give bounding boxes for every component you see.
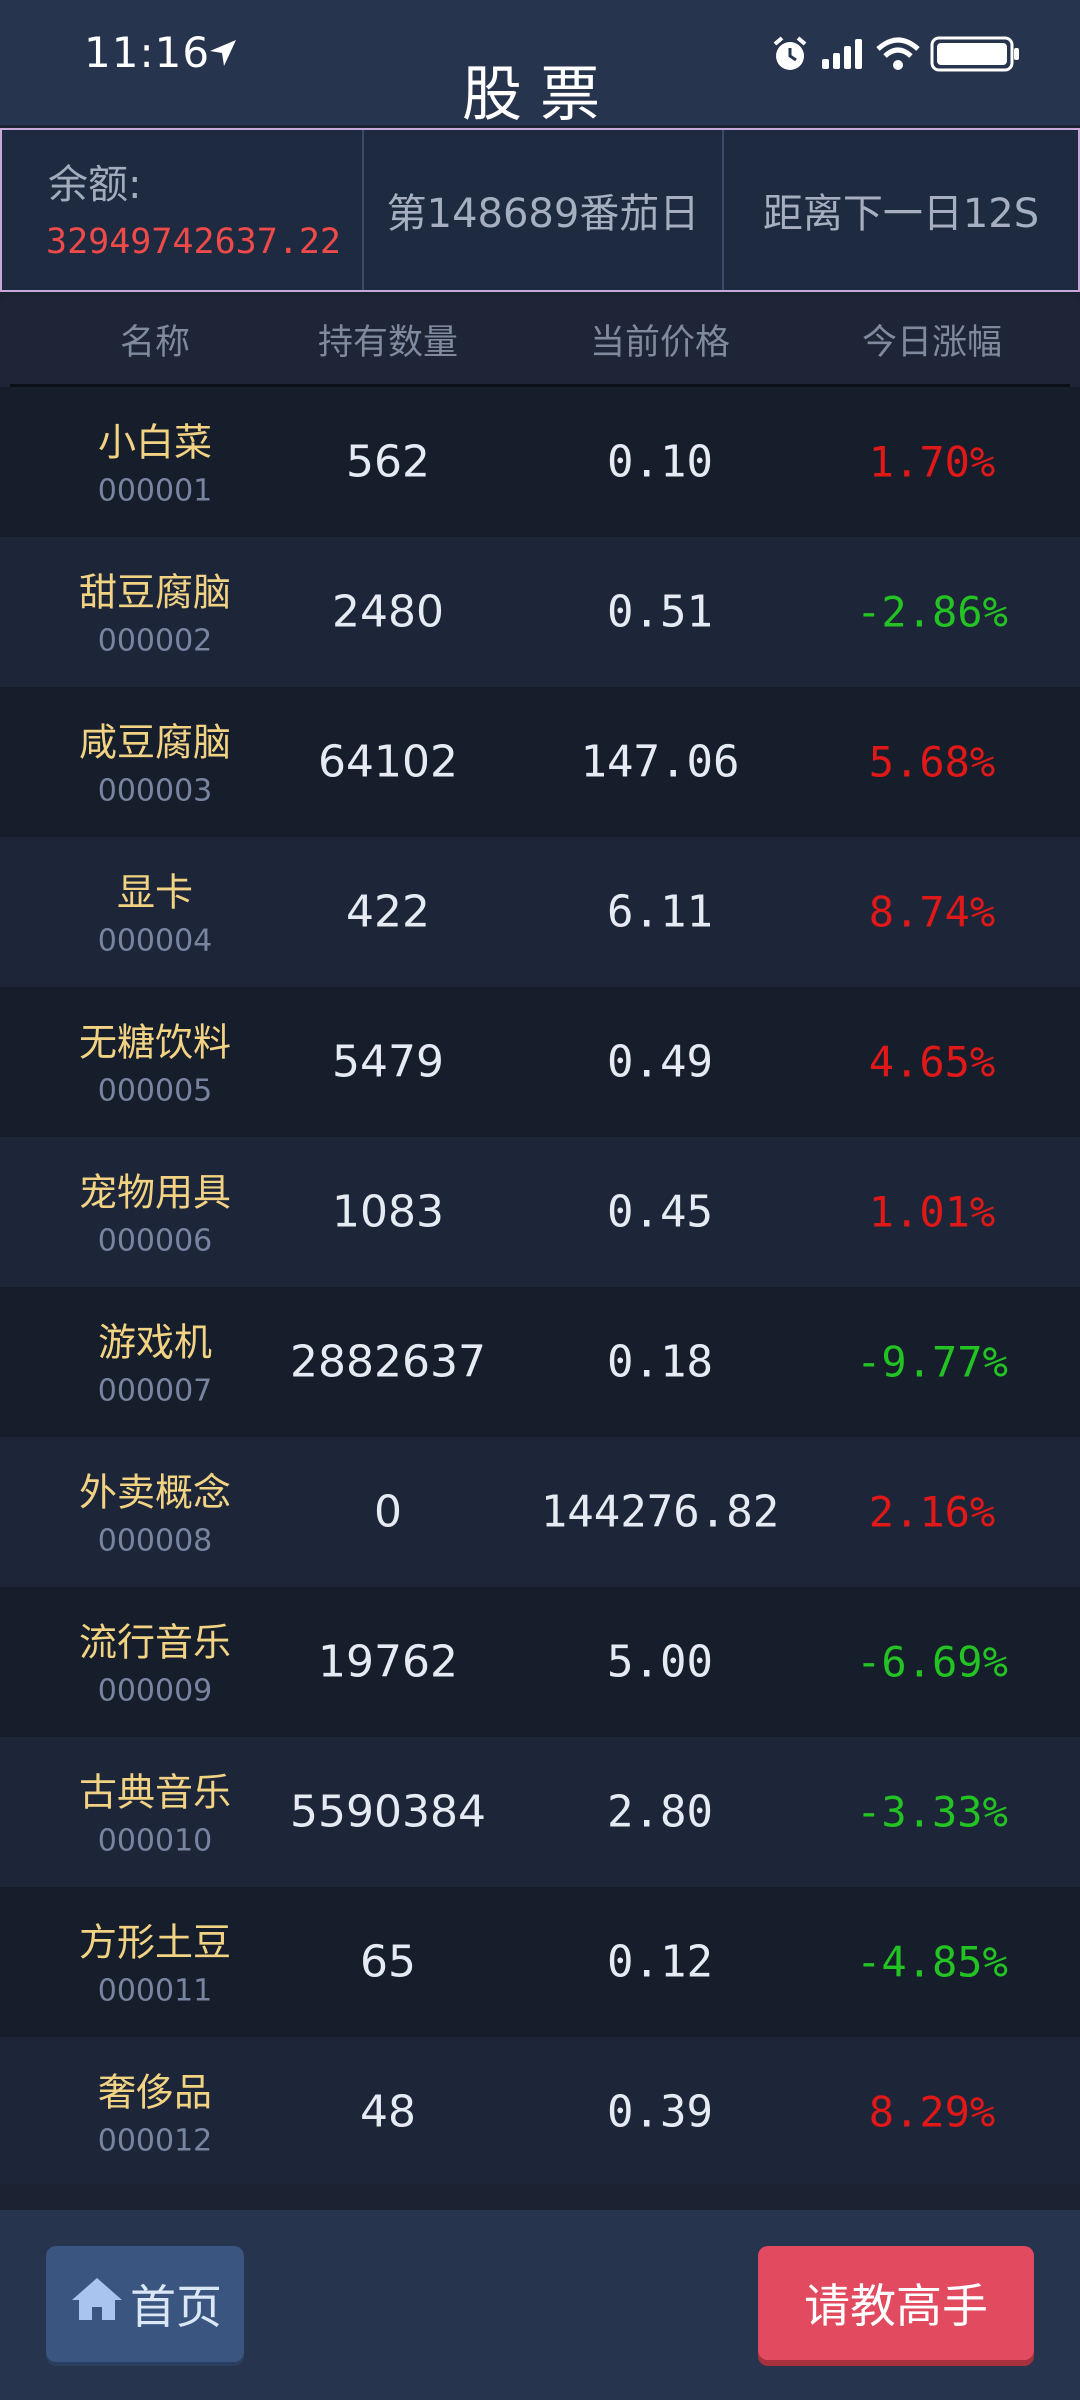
- daily-change: -6.69%: [856, 1637, 1008, 1687]
- holding-quantity: 19762: [318, 1636, 458, 1688]
- stock-code: 000008: [97, 1523, 213, 1559]
- ask-expert-label: 请教高手: [804, 2279, 988, 2333]
- current-price: 147.06: [580, 736, 740, 788]
- current-price: 0.49: [607, 1036, 713, 1088]
- stock-name: 奢侈品: [97, 2070, 213, 2115]
- account-info-bar: 余额: 32949742637.22 第148689番茄日 距离下一日12S: [0, 128, 1080, 292]
- bottom-bar: 首页 请教高手: [0, 2210, 1080, 2400]
- holding-quantity: 1083: [332, 1186, 444, 1238]
- current-price: 0.18: [607, 1336, 713, 1388]
- daily-change: -4.85%: [856, 1937, 1008, 1987]
- table-row[interactable]: 甜豆腐脑 000002 2480 0.51 -2.86%: [0, 537, 1080, 687]
- current-price: 5.00: [607, 1636, 713, 1688]
- daily-change: -9.77%: [856, 1337, 1008, 1387]
- holding-quantity: 64102: [318, 736, 458, 788]
- daily-change: 8.29%: [868, 2087, 996, 2137]
- header-price: 当前价格: [589, 323, 731, 363]
- daily-change: 8.74%: [868, 887, 996, 937]
- stock-name: 古典音乐: [78, 1770, 232, 1815]
- stock-code: 000005: [97, 1073, 213, 1109]
- table-row[interactable]: 古典音乐 000010 5590384 2.80 -3.33%: [0, 1737, 1080, 1887]
- stock-name: 宠物用具: [78, 1170, 232, 1215]
- holding-quantity: 0: [374, 1486, 402, 1538]
- current-price: 144276.82: [540, 1486, 780, 1538]
- stock-code: 000001: [97, 473, 213, 509]
- stock-name: 流行音乐: [78, 1620, 232, 1665]
- table-row[interactable]: 外卖概念 000008 0 144276.82 2.16%: [0, 1437, 1080, 1587]
- stock-name: 无糖饮料: [78, 1020, 232, 1065]
- ask-expert-button[interactable]: 请教高手: [758, 2246, 1034, 2360]
- holding-quantity: 5590384: [290, 1786, 486, 1838]
- next-day-section: 距离下一日12S: [722, 130, 1078, 290]
- table-header: 名称 持有数量 当前价格 今日涨幅: [10, 296, 1070, 387]
- current-price: 0.12: [607, 1936, 713, 1988]
- table-row[interactable]: 无糖饮料 000005 5479 0.49 4.65%: [0, 987, 1080, 1137]
- home-icon: [68, 2274, 130, 2335]
- stock-code: 000003: [97, 773, 213, 809]
- header-change: 今日涨幅: [861, 323, 1003, 363]
- table-row[interactable]: 方形土豆 000011 65 0.12 -4.85%: [0, 1887, 1080, 2037]
- table-row[interactable]: 流行音乐 000009 19762 5.00 -6.69%: [0, 1587, 1080, 1737]
- current-price: 0.39: [607, 2086, 713, 2138]
- stock-name: 咸豆腐脑: [78, 720, 232, 765]
- stock-name: 甜豆腐脑: [78, 570, 232, 615]
- daily-change: 5.68%: [868, 737, 996, 787]
- stock-code: 000011: [97, 1973, 213, 2009]
- home-button[interactable]: 首页: [46, 2246, 244, 2362]
- stock-code: 000002: [97, 623, 213, 659]
- current-price: 0.10: [607, 436, 713, 488]
- daily-change: -3.33%: [856, 1787, 1008, 1837]
- holding-quantity: 2882637: [290, 1336, 486, 1388]
- table-row[interactable]: 宠物用具 000006 1083 0.45 1.01%: [0, 1137, 1080, 1287]
- day-counter: 第148689番茄日: [386, 191, 700, 237]
- holding-quantity: 2480: [332, 586, 444, 638]
- header-bar: 11:16 股票: [0, 0, 1080, 130]
- table-row[interactable]: 奢侈品 000012 48 0.39 8.29%: [0, 2037, 1080, 2184]
- stock-code: 000012: [97, 2123, 213, 2159]
- next-day-countdown: 距离下一日12S: [762, 191, 1040, 237]
- holding-quantity: 562: [346, 436, 430, 488]
- alarm-icon: [770, 34, 810, 78]
- balance-section: 余额: 32949742637.22: [2, 130, 362, 290]
- system-icons: [770, 34, 1020, 78]
- table-row[interactable]: 小白菜 000001 562 0.10 1.70%: [0, 387, 1080, 537]
- stock-code: 000007: [97, 1373, 213, 1409]
- table-row[interactable]: 显卡 000004 422 6.11 8.74%: [0, 837, 1080, 987]
- wifi-icon: [876, 37, 920, 75]
- home-button-label: 首页: [130, 2280, 222, 2334]
- table-row[interactable]: 游戏机 000007 2882637 0.18 -9.77%: [0, 1287, 1080, 1437]
- current-price: 6.11: [607, 886, 713, 938]
- holding-quantity: 48: [360, 2086, 416, 2138]
- stock-table[interactable]: 名称 持有数量 当前价格 今日涨幅 小白菜 000001 562 0.10 1.70% 甜…: [0, 296, 1080, 2184]
- stock-name: 小白菜: [97, 420, 213, 465]
- holding-quantity: 422: [346, 886, 430, 938]
- stock-code: 000009: [97, 1673, 213, 1709]
- stock-name: 游戏机: [97, 1320, 213, 1365]
- stock-code: 000004: [97, 923, 213, 959]
- stock-name: 外卖概念: [78, 1470, 232, 1515]
- stock-code: 000010: [97, 1823, 213, 1859]
- current-price: 0.51: [607, 586, 713, 638]
- balance-value: 32949742637.22: [46, 222, 342, 262]
- header-quantity: 持有数量: [317, 323, 459, 363]
- header-name: 名称: [119, 323, 191, 363]
- holding-quantity: 65: [360, 1936, 416, 1988]
- daily-change: 4.65%: [868, 1037, 996, 1087]
- table-body: 小白菜 000001 562 0.10 1.70% 甜豆腐脑 000002 2480 0.51 -…: [0, 387, 1080, 2184]
- table-row[interactable]: 咸豆腐脑 000003 64102 147.06 5.68%: [0, 687, 1080, 837]
- stock-name: 方形土豆: [78, 1920, 232, 1965]
- daily-change: 1.70%: [868, 437, 996, 487]
- daily-change: 2.16%: [868, 1487, 996, 1537]
- signal-icon: [820, 37, 866, 75]
- battery-icon: [930, 35, 1020, 77]
- stock-name: 显卡: [116, 870, 194, 915]
- current-price: 2.80: [607, 1786, 713, 1838]
- stock-code: 000006: [97, 1223, 213, 1259]
- balance-label: 余额:: [48, 162, 142, 208]
- day-counter-section: 第148689番茄日: [362, 130, 722, 290]
- daily-change: 1.01%: [868, 1187, 996, 1237]
- daily-change: -2.86%: [856, 587, 1008, 637]
- holding-quantity: 5479: [332, 1036, 444, 1088]
- current-price: 0.45: [607, 1186, 713, 1238]
